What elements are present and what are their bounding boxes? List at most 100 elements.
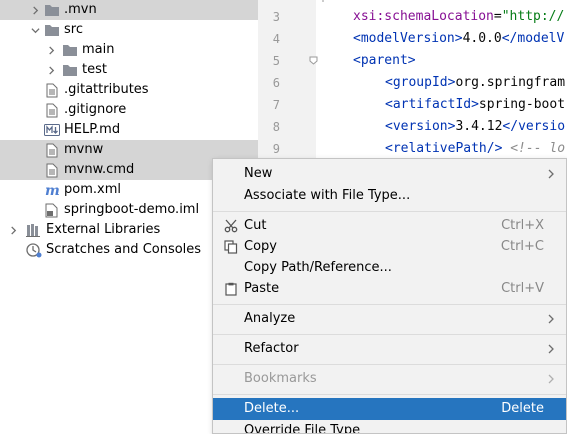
tree-item-main-folder[interactable]: main [0,40,258,60]
tree-item-label: Scratches and Consoles [46,242,202,257]
code-line: xsi:schemaLocation="http:// [353,6,564,28]
chevron-down-icon[interactable] [30,20,40,40]
line-number: 9 [272,142,280,156]
chevron-right-icon[interactable] [46,40,56,60]
library-icon [26,222,42,238]
folder-icon [62,62,78,78]
menu-item-copy[interactable]: Copy Ctrl+C [213,236,566,258]
menu-item-label: Associate with File Type... [244,188,411,203]
text-file-icon [44,162,60,178]
svg-text:m: m [45,183,60,197]
folder-icon [44,2,60,18]
folder-icon [62,42,78,58]
menu-item-new[interactable]: New [213,163,566,185]
tree-item-label: .mvn [64,2,97,17]
xml-tag: <relativePath/> [385,141,503,156]
tree-item-label: pom.xml [64,182,121,197]
maven-file-icon: m [44,182,60,198]
line-number: 3 [272,10,280,24]
tree-item-label: mvnw [64,142,104,157]
fold-marker-icon[interactable] [309,56,318,65]
tree-item-help-md[interactable]: HELP.md [0,120,258,140]
tree-item-gitattributes[interactable]: .gitattributes [0,80,258,100]
line-number: 4 [272,32,280,46]
tree-item-label: .gitattributes [64,82,149,97]
chevron-right-icon[interactable] [46,60,56,80]
submenu-arrow-icon [548,374,554,384]
xml-text: 4.0.0 [462,31,502,46]
xml-text: 3.4.12 [455,119,503,134]
chevron-right-icon[interactable] [8,220,18,240]
menu-separator [213,334,566,335]
chevron-right-icon[interactable] [30,0,40,20]
paste-icon [223,281,239,297]
menu-separator [213,364,566,365]
tree-item-label: .gitignore [64,102,127,117]
tree-item-label: test [82,62,107,77]
xml-equals: = [493,9,502,24]
menu-item-copy-path[interactable]: Copy Path/Reference... [213,257,566,279]
scissors-icon [223,218,239,234]
menu-item-label: Delete... [244,401,300,416]
menu-item-refactor[interactable]: Refactor [213,338,566,360]
text-file-icon [44,102,60,118]
menu-item-shortcut: Ctrl+C [500,239,544,254]
xml-tag: </versio [502,119,566,134]
line-number: 6 [272,76,280,90]
menu-item-bookmarks[interactable]: Bookmarks [213,368,566,390]
menu-item-associate-file-type[interactable]: Associate with File Type... [213,185,566,207]
submenu-arrow-icon [548,344,554,354]
tree-item-src-folder[interactable]: src [0,20,258,40]
xml-attribute: xsi:schemaLocation [353,9,494,24]
tree-item-mvnw[interactable]: mvnw [0,140,258,160]
xml-text: spring-boot [478,97,566,112]
menu-item-shortcut: Ctrl+X [501,218,544,233]
menu-item-label: Refactor [244,341,299,356]
menu-separator [213,211,566,212]
menu-item-label: New [244,166,273,181]
module-file-icon [44,202,60,218]
tree-item-label: src [64,22,83,37]
menu-item-override-file-type[interactable]: Override File Type [213,420,566,434]
menu-item-label: Cut [244,218,267,233]
tree-item-test-folder[interactable]: test [0,60,258,80]
tree-item-label: HELP.md [64,122,121,137]
menu-item-cut[interactable]: Cut Ctrl+X [213,215,566,237]
xml-string: "http:// [501,9,565,24]
folder-icon [44,22,60,38]
xml-tag: <version> [385,119,456,134]
xml-tag: <artifactId> [385,97,479,112]
tree-item-gitignore[interactable]: .gitignore [0,100,258,120]
context-menu: New Associate with File Type... Cut Ctrl… [212,158,567,434]
code-line: <artifactId>spring-boot [385,94,565,116]
menu-item-shortcut: Delete [501,401,544,416]
xml-text: org.springfram [455,75,566,90]
xml-tag: </modelV [501,31,565,46]
line-number: 7 [272,98,280,112]
menu-item-label: Copy [244,239,277,254]
tree-item-label: main [82,42,115,57]
line-number: 8 [272,120,280,134]
xml-tag: <modelVersion> [353,31,463,46]
menu-item-label: Analyze [244,311,296,326]
code-line: <relativePath/> <!-- lo [385,138,565,160]
xml-tag: <groupId> [385,75,456,90]
menu-item-label: Copy Path/Reference... [244,260,392,275]
tree-item-label: External Libraries [46,222,161,237]
xml-tag: <parent> [353,53,416,68]
submenu-arrow-icon [548,314,554,324]
menu-item-analyze[interactable]: Analyze [213,308,566,330]
tree-item-label: mvnw.cmd [64,162,135,177]
menu-separator [213,394,566,395]
submenu-arrow-icon [548,169,554,179]
menu-item-delete[interactable]: Delete... Delete [213,398,566,420]
menu-item-label: Override File Type [244,423,361,434]
scratches-icon [26,242,42,258]
menu-item-label: Paste [244,281,280,296]
menu-item-paste[interactable]: Paste Ctrl+V [213,278,566,300]
line-number: 5 [272,54,280,68]
markdown-file-icon [44,122,60,138]
tree-item-mvn-folder[interactable]: .mvn [0,0,258,20]
copy-icon [223,239,239,255]
code-line: <modelVersion>4.0.0</modelV [353,28,564,50]
